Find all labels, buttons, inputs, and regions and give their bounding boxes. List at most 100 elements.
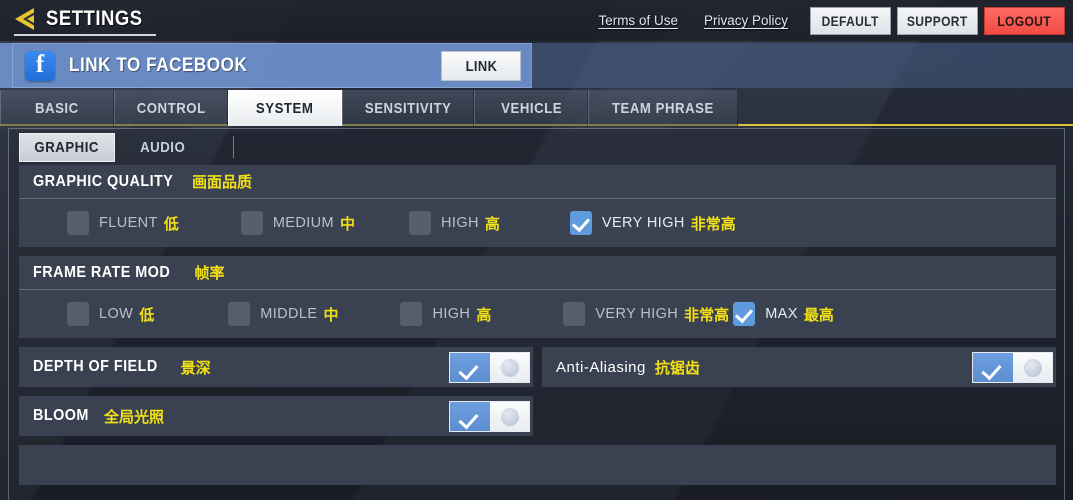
terms-of-use-link[interactable]: Terms of Use (598, 13, 678, 28)
option-label-en: MIDDLE (260, 306, 318, 322)
toggle-check-icon (973, 353, 1013, 382)
default-button[interactable]: DEFAULT (810, 6, 891, 35)
toggle-row-bloom: BLOOM 全局光照 (19, 396, 533, 436)
tab-label: BASIC (35, 99, 79, 117)
option-label-cn: 最高 (803, 306, 834, 324)
graphic-quality-header: GRAPHIC QUALITY 画面品质 (19, 165, 1056, 199)
option-label-en: HIGH (432, 306, 471, 322)
toggle-label-en: Anti-Aliasing (556, 358, 646, 376)
checkbox-unchecked-icon[interactable] (409, 211, 432, 235)
page-title-group: SETTINGS (14, 6, 156, 36)
tab-team-phrase[interactable]: TEAM PHRASE (588, 90, 739, 126)
toggle-label-en: BLOOM (33, 407, 89, 424)
option-max[interactable]: MAX 最高 (733, 302, 834, 326)
toggle-knob (500, 358, 519, 377)
tab-basic[interactable]: BASIC (0, 90, 114, 126)
option-very-high[interactable]: VERY HIGH 非常高 (569, 211, 736, 235)
tab-label: VEHICLE (500, 99, 562, 117)
facebook-link-panel: f LINK TO FACEBOOK LINK (12, 43, 532, 88)
option-label-cn: 中 (323, 306, 339, 324)
graphic-quality-title-cn: 画面品质 (191, 174, 252, 191)
tab-label: SENSITIVITY (364, 99, 452, 117)
toggle-knob-area (1013, 353, 1052, 382)
tab-label: CONTROL (136, 99, 206, 117)
tab-label: SYSTEM (256, 99, 314, 117)
subtab-audio[interactable]: AUDIO (115, 133, 211, 162)
option-low[interactable]: LOW 低 (67, 302, 154, 326)
checkbox-unchecked-icon[interactable] (240, 211, 263, 235)
checkbox-checked-icon[interactable] (733, 302, 756, 326)
default-button-label: DEFAULT (821, 12, 880, 29)
option-label-cn: 高 (484, 215, 500, 233)
tab-sensitivity[interactable]: SENSITIVITY (342, 90, 475, 126)
main-tab-bar: BASIC CONTROL SYSTEM SENSITIVITY VEHICLE TEAM… (0, 90, 1073, 126)
privacy-policy-link[interactable]: Privacy Policy (704, 13, 788, 28)
toggle-row-depth-of-field: DEPTH OF FIELD 景深 (19, 347, 533, 387)
tab-label: TEAM PHRASE (612, 99, 715, 117)
facebook-link-button-label: LINK (465, 57, 497, 75)
option-fluent[interactable]: FLUENT 低 (67, 211, 179, 235)
option-label-cn: 高 (476, 306, 492, 324)
toggle-row-anti-aliasing: Anti-Aliasing 抗锯齿 (542, 347, 1056, 387)
support-button-label: SUPPORT (907, 12, 968, 29)
option-label-cn: 非常高 (684, 306, 730, 324)
row-spacer (542, 396, 1056, 436)
graphic-quality-options: FLUENT 低 MEDIUM 中 HIGH 高 VERY HIGH 非常高 (19, 199, 1056, 247)
checkbox-checked-icon[interactable] (569, 211, 592, 235)
frame-rate-header: FRAME RATE MOD 帧率 (19, 256, 1056, 290)
tab-control[interactable]: CONTROL (114, 90, 228, 126)
tab-vehicle[interactable]: VEHICLE (474, 90, 589, 126)
back-arrow-icon[interactable] (14, 7, 40, 31)
checkbox-unchecked-icon[interactable] (400, 302, 423, 326)
facebook-link-button[interactable]: LINK (441, 51, 521, 81)
toggle-knob-area (490, 402, 529, 431)
checkbox-unchecked-icon[interactable] (67, 211, 89, 235)
partial-next-section (19, 445, 1056, 485)
settings-screen: SETTINGS Terms of Use Privacy Policy DEF… (0, 0, 1073, 500)
toggle-label-en: DEPTH OF FIELD (33, 358, 158, 375)
toggle-row-first: DEPTH OF FIELD 景深 Anti-Aliasing 抗锯齿 (19, 347, 1056, 387)
sub-tab-bar: GRAPHIC AUDIO (9, 129, 1064, 165)
subtab-divider (233, 136, 234, 158)
toggle-switch[interactable] (972, 352, 1053, 383)
option-label-en: MEDIUM (272, 215, 335, 231)
subtab-label: GRAPHIC (34, 138, 100, 156)
page-title: SETTINGS (46, 6, 143, 30)
subtab-graphic[interactable]: GRAPHIC (19, 132, 115, 162)
toggle-switch[interactable] (449, 401, 530, 432)
option-label-cn: 非常高 (690, 215, 736, 233)
top-header-bar: SETTINGS Terms of Use Privacy Policy DEF… (0, 0, 1073, 41)
header-actions: Terms of Use Privacy Policy DEFAULT SUPP… (598, 0, 1073, 41)
toggle-row-second: BLOOM 全局光照 (19, 396, 1056, 436)
toggle-switch[interactable] (449, 352, 530, 383)
option-high[interactable]: HIGH 高 (409, 211, 500, 235)
support-button[interactable]: SUPPORT (897, 6, 978, 35)
toggle-knob (500, 407, 519, 426)
option-label-cn: 低 (163, 215, 179, 233)
option-label-en: VERY HIGH (595, 306, 679, 322)
option-very-high[interactable]: VERY HIGH 非常高 (563, 302, 729, 326)
checkbox-unchecked-icon[interactable] (563, 302, 586, 326)
subtab-label: AUDIO (140, 138, 186, 156)
option-middle[interactable]: MIDDLE 中 (228, 302, 338, 326)
checkbox-unchecked-icon[interactable] (228, 302, 251, 326)
facebook-link-label: LINK TO FACEBOOK (69, 54, 248, 76)
toggle-label-cn: 全局光照 (104, 408, 165, 426)
toggle-label-cn: 景深 (180, 359, 211, 377)
toggle-label-cn: 抗锯齿 (654, 359, 700, 377)
facebook-icon: f (25, 50, 55, 81)
option-label-en: HIGH (441, 215, 479, 231)
logout-button-label: LOGOUT (997, 12, 1052, 29)
frame-rate-title-cn: 帧率 (194, 265, 225, 282)
option-label-en: FLUENT (99, 215, 158, 231)
settings-content: GRAPHIC QUALITY 画面品质 FLUENT 低 MEDIUM 中 HIGH 高… (19, 165, 1056, 500)
graphic-quality-section: GRAPHIC QUALITY 画面品质 FLUENT 低 MEDIUM 中 HIGH 高… (19, 165, 1056, 247)
graphic-quality-title-en: GRAPHIC QUALITY (33, 172, 174, 190)
checkbox-unchecked-icon[interactable] (67, 302, 89, 326)
option-label-en: MAX (765, 306, 798, 322)
option-high[interactable]: HIGH 高 (400, 302, 491, 326)
option-medium[interactable]: MEDIUM 中 (240, 211, 355, 235)
logout-button[interactable]: LOGOUT (984, 6, 1065, 35)
tab-system[interactable]: SYSTEM (228, 90, 342, 126)
frame-rate-options: LOW 低 MIDDLE 中 HIGH 高 VERY HIGH 非常高 MAX 最高 (19, 290, 1056, 338)
